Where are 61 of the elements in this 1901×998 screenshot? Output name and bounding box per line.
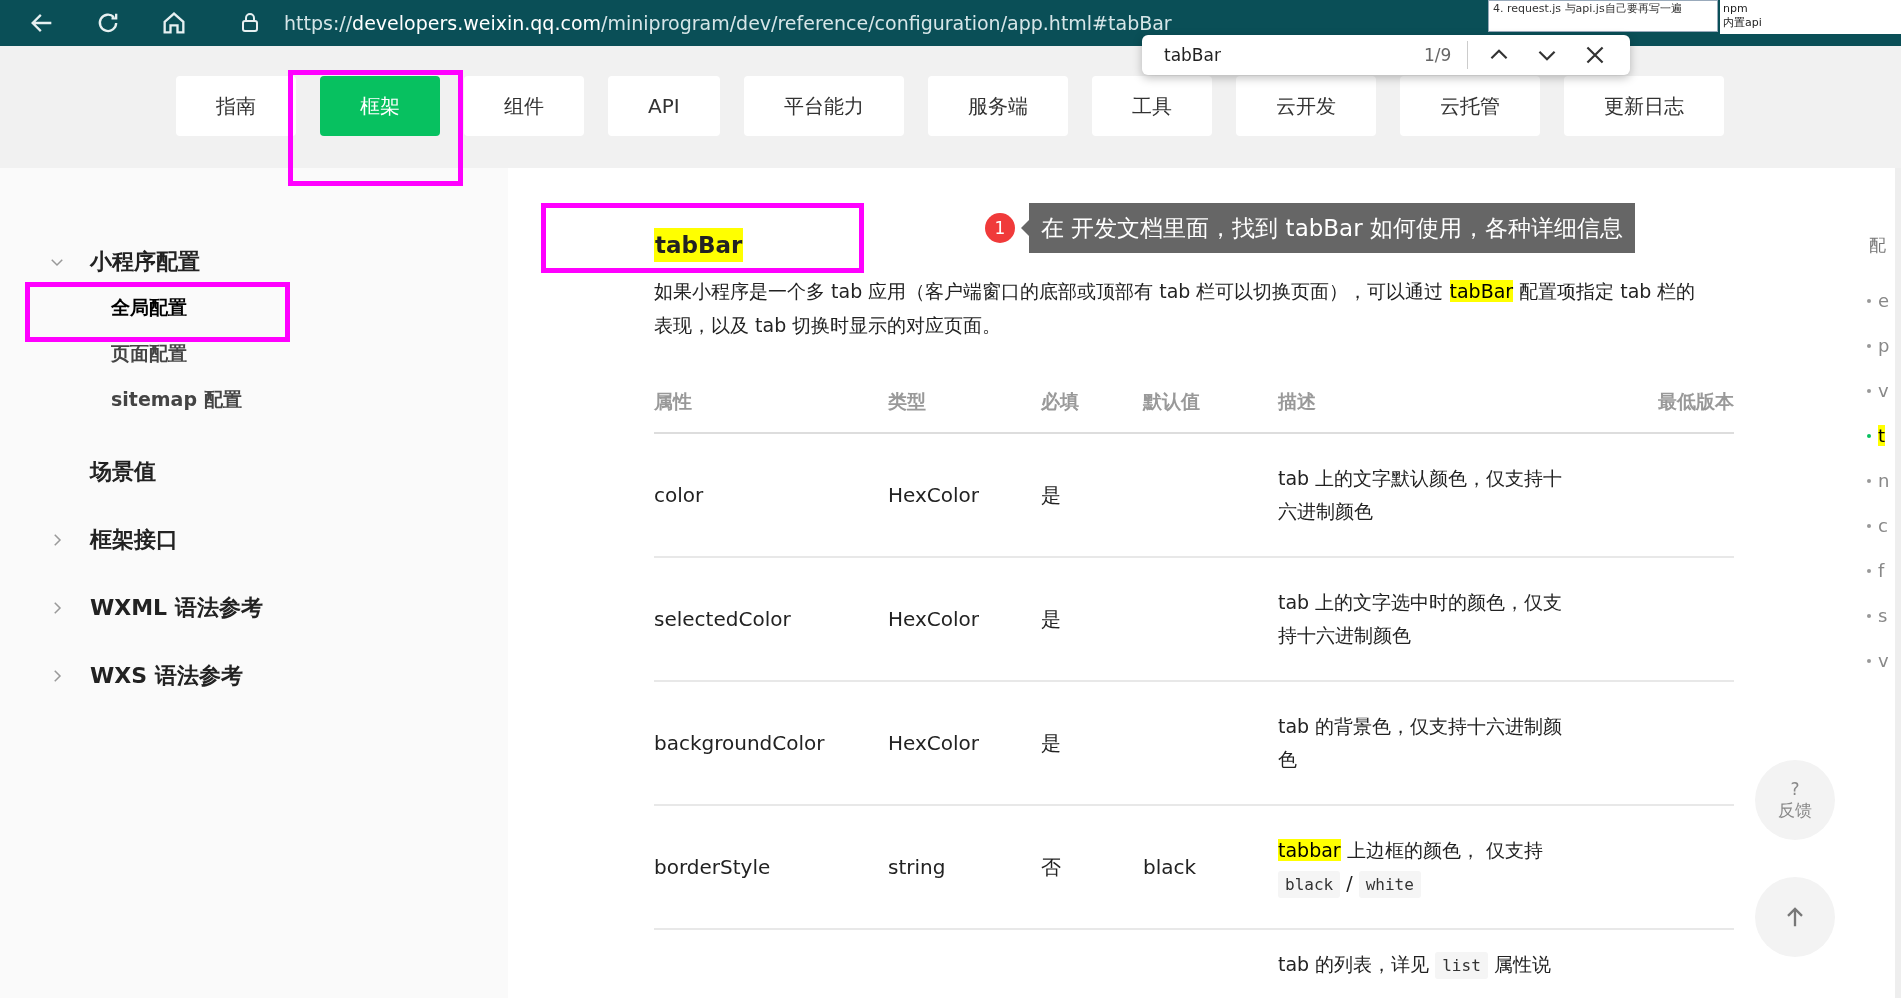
panel-text: 内置api <box>1723 16 1763 30</box>
table-cell: string <box>888 855 946 879</box>
table-cell: 是 <box>1041 729 1061 757</box>
description-cell-text: tab 上的文字默认颜色，仅支持十六进制颜色 <box>1278 466 1564 524</box>
annotation-note: 在 开发文档里面，找到 tabBar 如何使用，各种详细信息 <box>1021 203 1635 253</box>
panel-text: npm <box>1723 2 1749 16</box>
toc-item[interactable]: t <box>1878 425 1886 446</box>
nav-tab[interactable]: 组件 <box>464 76 584 136</box>
table-cell: 否 <box>1041 853 1061 881</box>
toc-item[interactable]: p <box>1878 335 1890 356</box>
page-heading: tabBar <box>654 228 744 262</box>
column-header: 描述 <box>1278 372 1624 434</box>
table-cell: black <box>1143 855 1197 879</box>
sidebar-item[interactable]: 小程序配置 <box>90 247 200 277</box>
nav-tab[interactable]: 平台能力 <box>743 76 904 136</box>
nav-tab[interactable]: 云开发 <box>1235 76 1376 136</box>
nav-tab[interactable]: API <box>608 76 720 136</box>
nav-tab[interactable]: 工具 <box>1091 76 1212 136</box>
toc-item[interactable]: v <box>1878 380 1889 401</box>
table-cell: borderStyle <box>654 855 771 879</box>
table-cell: selectedColor <box>654 607 791 631</box>
sidebar-item[interactable]: 场景值 <box>90 457 156 487</box>
match-count: 1/9 <box>1424 45 1452 65</box>
nav-tab[interactable]: 更新日志 <box>1563 76 1724 136</box>
description-cell-text: tab 的背景色，仅支持十六进制颜色 <box>1278 714 1564 772</box>
table-cell: color <box>654 483 704 507</box>
sidebar-item[interactable]: WXML 语法参考 <box>90 593 263 623</box>
toc-item[interactable]: f <box>1878 560 1885 581</box>
nav-tab[interactable]: 云托管 <box>1399 76 1540 136</box>
toc-heading: 配 <box>1869 235 1886 255</box>
sidebar-item[interactable]: 框架接口 <box>90 525 178 555</box>
table-cell: HexColor <box>888 607 980 631</box>
sidebar-subitem[interactable]: 全局配置 <box>111 295 187 321</box>
toc-item[interactable]: n <box>1878 470 1890 491</box>
table-cell: backgroundColor <box>654 731 825 755</box>
sidebar-subitem[interactable]: 页面配置 <box>111 341 187 367</box>
toc-item[interactable]: v <box>1878 650 1889 671</box>
thumbnail-text: 4. request.js 与api.js自己要再写一遍 <box>1493 1 1683 16</box>
nav-tab[interactable]: 服务端 <box>927 76 1068 136</box>
table-cell: HexColor <box>888 483 980 507</box>
table-cell: HexColor <box>888 731 980 755</box>
toc-item[interactable]: c <box>1878 515 1888 536</box>
description-cell-text: tab 上的文字选中时的颜色，仅支持十六进制颜色 <box>1278 590 1564 648</box>
step-number: 1 <box>985 213 1015 243</box>
toc-item[interactable]: s <box>1878 605 1888 626</box>
find-input[interactable]: tabBar <box>1164 45 1394 65</box>
column-header: 最低版本 <box>1624 372 1734 434</box>
table-cell: 是 <box>1041 605 1061 633</box>
nav-tab[interactable]: 指南 <box>176 76 296 136</box>
description-cell: tabbar 上边框的颜色， 仅支持 black / white <box>1278 833 1564 901</box>
description-cell: tab 的列表，详见 list 属性说 <box>1278 948 1551 982</box>
sidebar-item[interactable]: WXS 语法参考 <box>90 661 243 691</box>
intro-paragraph: 如果小程序是一个多 tab 应用（客户端窗口的底部或顶部有 tab 栏可以切换页面），可以通过 tabBar 配置项指定 tab 栏的表现，以及 tab 切换时显示的对应页面。 <box>654 279 1697 338</box>
table-cell: 是 <box>1041 481 1061 509</box>
column-header: 属性 <box>654 372 888 434</box>
toc-item[interactable]: e <box>1878 290 1890 311</box>
url-field[interactable]: https://developers.weixin.qq.com/miniprogram/dev/reference/configuration/app.html#tabBar <box>284 12 1172 34</box>
column-header: 类型 <box>888 372 1041 434</box>
sidebar-subitem[interactable]: sitemap 配置 <box>111 387 242 413</box>
column-header: 默认值 <box>1143 372 1278 434</box>
column-header: 必填 <box>1041 372 1143 434</box>
